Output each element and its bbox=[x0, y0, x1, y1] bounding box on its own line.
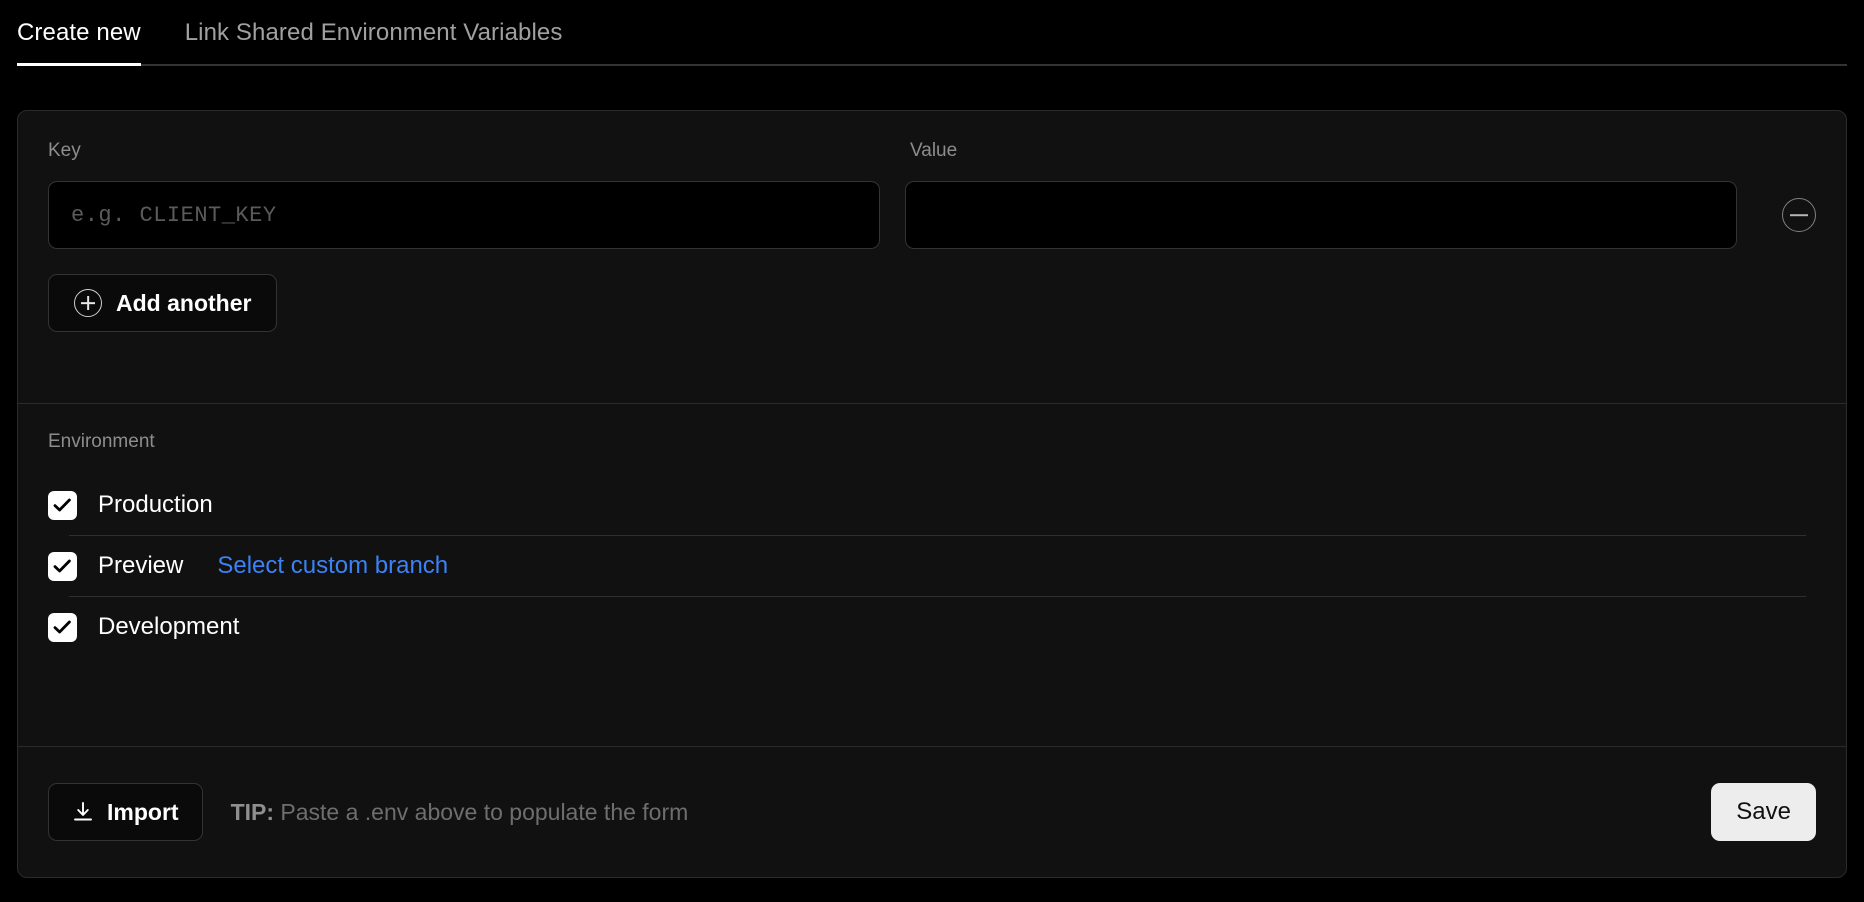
form-footer: Import TIP: Paste a .env above to popula… bbox=[18, 747, 1846, 877]
key-value-row: e.g. CLIENT_KEY bbox=[48, 181, 1816, 249]
environment-title: Environment bbox=[48, 431, 155, 452]
tab-create-new-label: Create new bbox=[17, 19, 141, 46]
tip-text: TIP: Paste a .env above to populate the … bbox=[231, 799, 689, 826]
key-value-headers: Key Value bbox=[48, 140, 1816, 162]
environment-option-preview[interactable]: Preview Select custom branch bbox=[48, 536, 1816, 596]
environment-variable-form-card: Key Value e.g. CLIENT_KEY Add another En… bbox=[17, 110, 1847, 878]
add-another-button[interactable]: Add another bbox=[48, 274, 278, 332]
environment-section: Environment Production Preview Select cu… bbox=[18, 404, 1846, 746]
checkbox-preview[interactable] bbox=[48, 551, 77, 581]
value-input[interactable] bbox=[905, 181, 1737, 249]
environment-label-development: Development bbox=[98, 613, 240, 640]
environment-label-preview: Preview bbox=[98, 552, 184, 579]
checkbox-production[interactable] bbox=[48, 490, 77, 520]
environment-option-production[interactable]: Production bbox=[48, 475, 1816, 535]
circle-minus-icon[interactable] bbox=[1782, 198, 1816, 232]
key-input-placeholder: e.g. CLIENT_KEY bbox=[71, 202, 277, 228]
circle-plus-icon bbox=[74, 289, 102, 317]
environment-option-development[interactable]: Development bbox=[48, 597, 1816, 657]
import-button[interactable]: Import bbox=[48, 783, 203, 841]
import-label: Import bbox=[107, 798, 179, 825]
check-icon bbox=[53, 498, 71, 511]
checkbox-development[interactable] bbox=[48, 612, 77, 642]
tip-message: Paste a .env above to populate the form bbox=[280, 798, 689, 825]
tab-link-shared-environment-variables-label: Link Shared Environment Variables bbox=[184, 19, 563, 46]
tab-create-new[interactable]: Create new bbox=[17, 0, 163, 66]
save-label: Save bbox=[1736, 798, 1791, 825]
tab-link-shared-environment-variables[interactable]: Link Shared Environment Variables bbox=[163, 0, 585, 66]
tip-prefix: TIP: bbox=[230, 798, 275, 825]
key-value-section: Key Value e.g. CLIENT_KEY Add another bbox=[18, 111, 1846, 403]
select-custom-branch-link[interactable]: Select custom branch bbox=[217, 552, 448, 580]
key-column-label: Key bbox=[48, 140, 81, 161]
save-button[interactable]: Save bbox=[1711, 783, 1816, 841]
key-input[interactable]: e.g. CLIENT_KEY bbox=[48, 181, 880, 249]
check-icon bbox=[53, 559, 71, 572]
environment-label-production: Production bbox=[98, 491, 213, 518]
tab-bar: Create new Link Shared Environment Varia… bbox=[0, 0, 1864, 66]
value-column-label: Value bbox=[910, 140, 958, 161]
check-icon bbox=[53, 620, 71, 633]
download-icon bbox=[74, 802, 92, 821]
add-another-label: Add another bbox=[116, 289, 252, 316]
